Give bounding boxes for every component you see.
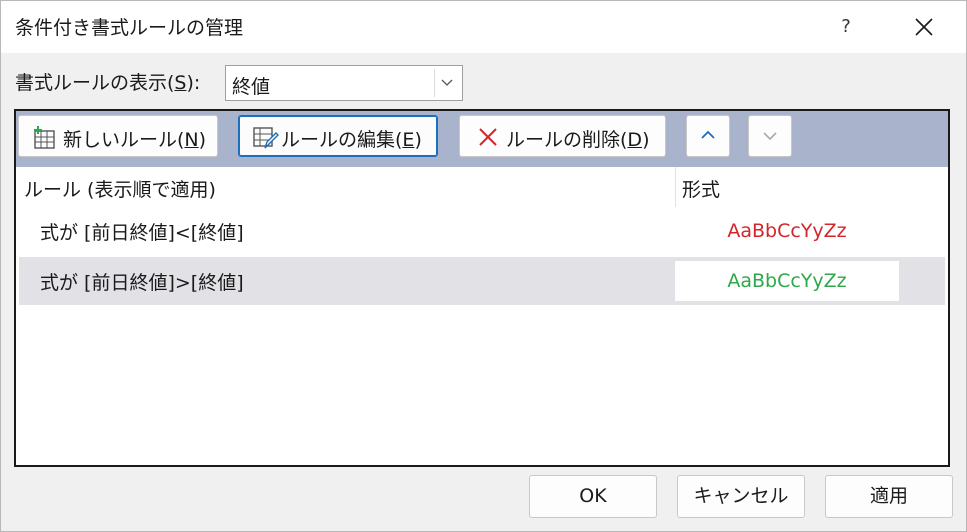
chevron-down-icon	[441, 79, 453, 86]
rule-column-header[interactable]: ルール (表示順で適用)	[24, 175, 216, 202]
move-up-button[interactable]	[686, 115, 730, 157]
delete-rule-label: ルールの削除(D)	[506, 129, 650, 151]
edit-rule-button[interactable]: ルールの編集(E)	[238, 115, 438, 157]
title-bar: 条件付き書式ルールの管理 ?	[1, 1, 966, 53]
rules-panel: 新しいルール(N) ルールの編集(E) ルールの削除(D) ルール (表示順で適…	[14, 109, 950, 467]
edit-rule-icon	[253, 127, 279, 149]
show-rules-label: 書式ルールの表示(S):	[15, 72, 201, 94]
table-row-selected[interactable]: 式が [前日終値]>[終値] AaBbCcYyZz	[19, 257, 945, 305]
format-preview: AaBbCcYyZz	[675, 261, 899, 301]
dialog-title: 条件付き書式ルールの管理	[15, 17, 244, 39]
dialog-window: 条件付き書式ルールの管理 ? 書式ルールの表示(S): 終値 新しいルール(N)…	[0, 0, 967, 532]
dropdown-arrow[interactable]	[434, 69, 458, 97]
close-icon	[915, 18, 933, 36]
show-rules-select[interactable]: 終値	[225, 65, 463, 101]
chevron-up-icon	[701, 130, 715, 139]
format-column-header[interactable]: 形式	[682, 175, 720, 202]
help-button[interactable]: ?	[827, 5, 865, 49]
delete-icon	[479, 128, 497, 146]
chevron-down-icon	[763, 132, 777, 141]
apply-button[interactable]: 適用	[825, 475, 953, 518]
table-row[interactable]: 式が [前日終値]<[終値] AaBbCcYyZz	[19, 207, 945, 255]
column-header: ルール (表示順で適用) 形式	[16, 167, 948, 207]
new-rule-icon	[34, 126, 55, 149]
ok-button[interactable]: OK	[529, 475, 657, 518]
column-divider[interactable]	[675, 167, 676, 207]
rule-condition: 式が [前日終値]>[終値]	[40, 272, 244, 294]
delete-rule-button[interactable]: ルールの削除(D)	[459, 115, 666, 157]
edit-rule-label: ルールの編集(E)	[281, 129, 422, 151]
rule-condition: 式が [前日終値]<[終値]	[40, 222, 244, 244]
rules-toolbar: 新しいルール(N) ルールの編集(E) ルールの削除(D)	[16, 111, 948, 167]
cancel-button[interactable]: キャンセル	[677, 475, 805, 518]
new-rule-button[interactable]: 新しいルール(N)	[18, 115, 218, 157]
move-down-button[interactable]	[748, 115, 792, 157]
show-rules-value: 終値	[232, 76, 271, 98]
new-rule-label: 新しいルール(N)	[63, 129, 207, 151]
format-preview: AaBbCcYyZz	[727, 220, 847, 242]
close-button[interactable]	[897, 5, 951, 49]
